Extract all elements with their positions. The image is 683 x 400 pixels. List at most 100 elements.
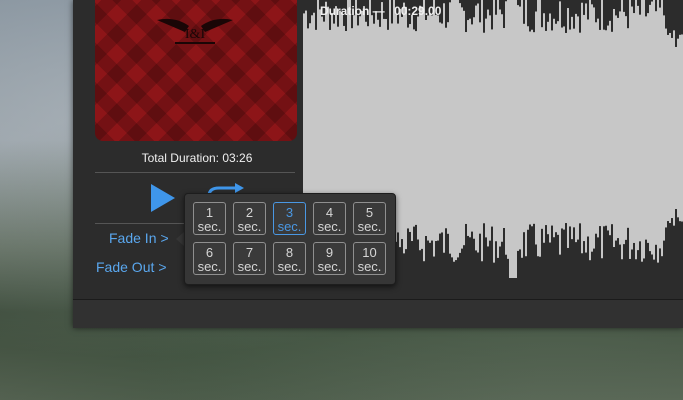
waveform-sample <box>447 22 449 234</box>
fade-seconds-button-4[interactable]: 4 sec. <box>313 202 346 235</box>
waveform-sample <box>401 16 403 240</box>
waveform-sample <box>435 14 437 242</box>
waveform-sample <box>423 0 425 262</box>
waveform-sample <box>679 34 681 222</box>
duration-value: 00:29.00 <box>394 4 442 18</box>
waveform-sample <box>569 29 571 227</box>
waveform-sample <box>431 15 433 241</box>
waveform-sample <box>467 20 469 236</box>
waveform-sample <box>639 14 641 242</box>
fade-seconds-number: 9 <box>325 245 334 260</box>
fade-seconds-button-8[interactable]: 8 sec. <box>273 242 306 275</box>
waveform-sample <box>529 31 531 225</box>
fade-in-button[interactable]: Fade In > <box>109 230 169 246</box>
fade-seconds-button-7[interactable]: 7 sec. <box>233 242 266 275</box>
waveform-sample <box>403 2 405 254</box>
waveform-sample <box>397 23 399 233</box>
play-icon[interactable] <box>149 182 177 214</box>
waveform-sample <box>587 19 589 237</box>
waveform-sample <box>637 5 639 251</box>
waveform-sample <box>521 0 523 258</box>
waveform-sample <box>613 8 615 248</box>
waveform-sample <box>571 16 573 240</box>
waveform-sample <box>545 30 547 226</box>
waveform-sample <box>525 0 527 257</box>
waveform-sample <box>515 0 517 278</box>
waveform-sample <box>527 26 529 230</box>
fade-seconds-number: 1 <box>205 205 214 220</box>
fade-seconds-unit: sec. <box>277 259 302 274</box>
svg-text:I&I: I&I <box>185 27 206 42</box>
waveform-sample <box>513 0 515 278</box>
clip-duration: Duration — 00:29.00 <box>320 4 441 18</box>
waveform-sample <box>669 32 671 224</box>
waveform-sample <box>591 4 593 252</box>
waveform-sample <box>459 3 461 253</box>
waveform-sample <box>443 3 445 253</box>
fade-seconds-button-1[interactable]: 1 sec. <box>193 202 226 235</box>
waveform-sample <box>653 0 655 260</box>
waveform-sample <box>417 16 419 240</box>
waveform-sample <box>601 0 603 259</box>
waveform-sample <box>499 9 501 247</box>
divider <box>95 172 295 173</box>
fade-seconds-button-5[interactable]: 5 sec. <box>353 202 386 235</box>
fade-seconds-unit: sec. <box>237 259 262 274</box>
waveform-sample <box>583 14 585 242</box>
waveform-sample <box>421 7 423 249</box>
waveform-sample <box>621 0 623 260</box>
waveform-sample <box>399 8 401 248</box>
waveform-sample <box>549 13 551 243</box>
fade-out-button[interactable]: Fade Out > <box>96 259 167 275</box>
waveform-sample <box>555 23 557 233</box>
waveform-sample <box>425 20 427 236</box>
waveform-sample <box>625 16 627 240</box>
waveform-sample <box>531 29 533 227</box>
waveform-sample <box>565 32 567 224</box>
fade-seconds-number: 4 <box>325 205 334 220</box>
duration-label: Duration — <box>320 4 385 18</box>
waveform-sample <box>557 21 559 235</box>
waveform-sample <box>671 37 673 219</box>
fade-seconds-unit: sec. <box>317 259 342 274</box>
fade-seconds-number: 8 <box>285 245 294 260</box>
waveform-sample <box>461 7 463 249</box>
fade-seconds-button-2[interactable]: 2 sec. <box>233 202 266 235</box>
window-bottom-bar <box>73 299 683 328</box>
fade-seconds-button-9[interactable]: 9 sec. <box>313 242 346 275</box>
waveform-sample <box>627 28 629 228</box>
waveform-sample <box>411 14 413 242</box>
waveform-sample <box>437 15 439 241</box>
fade-seconds-button-10[interactable]: 10 sec. <box>353 242 386 275</box>
waveform-sample <box>473 17 475 239</box>
waveform-sample <box>547 21 549 235</box>
waveform-sample <box>665 28 667 228</box>
waveform-sample <box>471 24 473 232</box>
waveform-sample <box>561 27 563 229</box>
waveform-sample <box>409 24 411 232</box>
waveform-sample <box>501 14 503 242</box>
chevron-right-icon: > <box>160 230 169 246</box>
chevron-right-icon: > <box>158 259 167 275</box>
waveform-sample <box>497 0 499 258</box>
fade-seconds-button-3[interactable]: 3 sec. <box>273 202 306 235</box>
waveform-sample <box>419 5 421 251</box>
waveform-sample <box>661 0 663 257</box>
waveform-sample <box>429 13 431 243</box>
fade-seconds-unit: sec. <box>357 219 382 234</box>
waveform-sample <box>405 6 407 250</box>
waveform-sample <box>505 1 507 255</box>
fade-seconds-number: 10 <box>362 245 377 260</box>
album-artwork: I&I <box>95 0 297 141</box>
fade-seconds-number: 7 <box>245 245 254 260</box>
fade-seconds-unit: sec. <box>357 259 382 274</box>
fade-seconds-button-6[interactable]: 6 sec. <box>193 242 226 275</box>
waveform-sample <box>413 29 415 227</box>
waveform-sample <box>535 11 537 245</box>
waveform-sample <box>537 0 539 257</box>
waveform-sample <box>573 28 575 228</box>
fade-seconds-unit: sec. <box>197 219 222 234</box>
waveform-sample <box>629 0 631 259</box>
waveform-sample <box>489 15 491 241</box>
waveform-sample <box>597 18 599 238</box>
